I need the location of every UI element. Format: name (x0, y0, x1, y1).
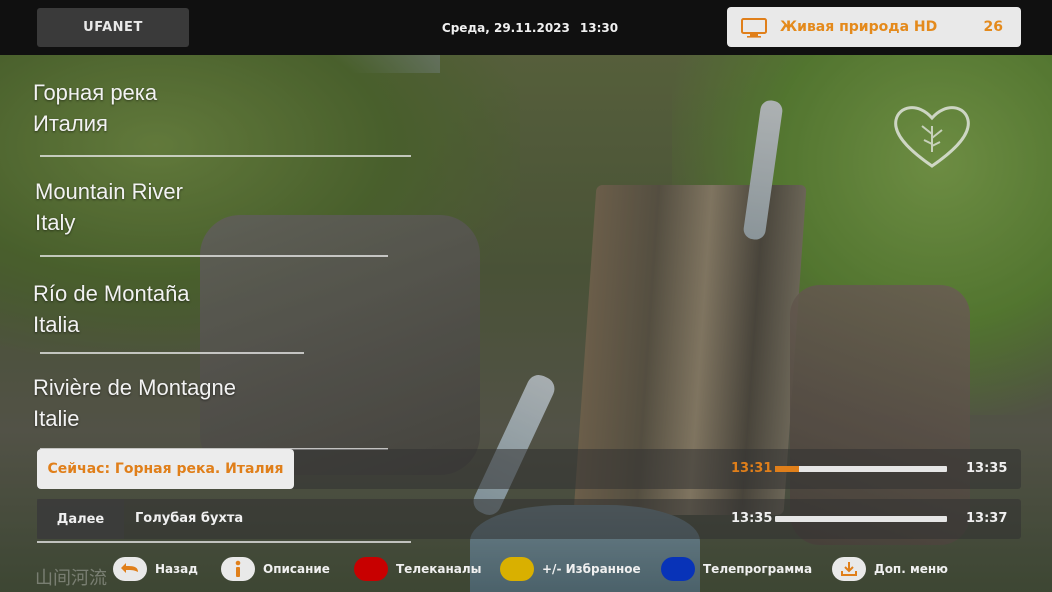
back-arrow-icon (113, 557, 147, 581)
tv-icon (741, 18, 767, 38)
remote-key-legend: Назад Описание Телеканалы +/- Избранное … (0, 550, 1052, 588)
now-program-label[interactable]: Сейчас: Горная река. Италия (37, 449, 294, 489)
brand-logo: UFANET (37, 8, 189, 47)
next-start-time: 13:35 (731, 511, 773, 526)
legend-label: Телепрограмма (703, 562, 813, 576)
legend-label: Телеканалы (396, 562, 482, 576)
next-program-label: Далее (37, 499, 124, 539)
legend-description[interactable]: Описание (221, 556, 330, 582)
legend-back[interactable]: Назад (113, 556, 198, 582)
title-english: Mountain River Italy (35, 176, 183, 238)
blue-key-icon (661, 557, 695, 581)
program-divider (37, 541, 411, 543)
current-channel[interactable]: Живая природа HD 26 (727, 7, 1021, 47)
channel-number: 26 (983, 19, 1003, 35)
next-progress-bar (775, 516, 947, 522)
top-bar: UFANET Среда, 29.11.2023 13:30 Живая при… (0, 0, 1052, 55)
title-russian: Горная река Италия (33, 77, 157, 139)
download-menu-icon (832, 557, 866, 581)
red-key-icon (354, 557, 388, 581)
legend-label: +/- Избранное (542, 562, 641, 576)
title-divider (40, 352, 304, 354)
title-line: Rivière de Montagne (33, 375, 237, 400)
title-line: Италия (33, 111, 108, 136)
title-line: Mountain River (35, 179, 183, 204)
legend-label: Описание (263, 562, 330, 576)
legend-label: Доп. меню (874, 562, 948, 576)
current-date: Среда, 29.11.2023 (441, 20, 570, 35)
legend-tv-guide[interactable]: Телепрограмма (661, 556, 812, 582)
title-line: Italy (35, 210, 76, 235)
title-line: Italia (33, 312, 80, 337)
legend-channels[interactable]: Телеканалы (354, 556, 482, 582)
next-end-time: 13:37 (966, 511, 1008, 526)
title-line: Río de Montaña (33, 281, 190, 306)
yellow-key-icon (500, 557, 534, 581)
current-time: 13:30 (579, 20, 619, 35)
title-divider (40, 255, 388, 257)
now-progress-bar (775, 466, 947, 472)
title-divider (40, 155, 411, 157)
date-time: Среда, 29.11.2023 13:30 (380, 8, 680, 47)
title-line: Горная река (33, 80, 158, 105)
now-end-time: 13:35 (966, 461, 1008, 476)
legend-favorites[interactable]: +/- Избранное (500, 556, 641, 582)
title-spanish: Río de Montaña Italia (33, 278, 190, 340)
title-line: Italie (33, 406, 80, 431)
legend-extra-menu[interactable]: Доп. меню (832, 556, 948, 582)
channel-name: Живая природа HD (780, 19, 938, 35)
channel-heart-logo-icon (894, 106, 970, 168)
legend-label: Назад (155, 562, 198, 576)
now-start-time: 13:31 (731, 461, 773, 476)
info-icon (221, 557, 255, 581)
next-program-title: Голубая бухта (135, 511, 244, 526)
now-progress-fill (775, 466, 800, 472)
title-french: Rivière de Montagne Italie (33, 372, 236, 434)
